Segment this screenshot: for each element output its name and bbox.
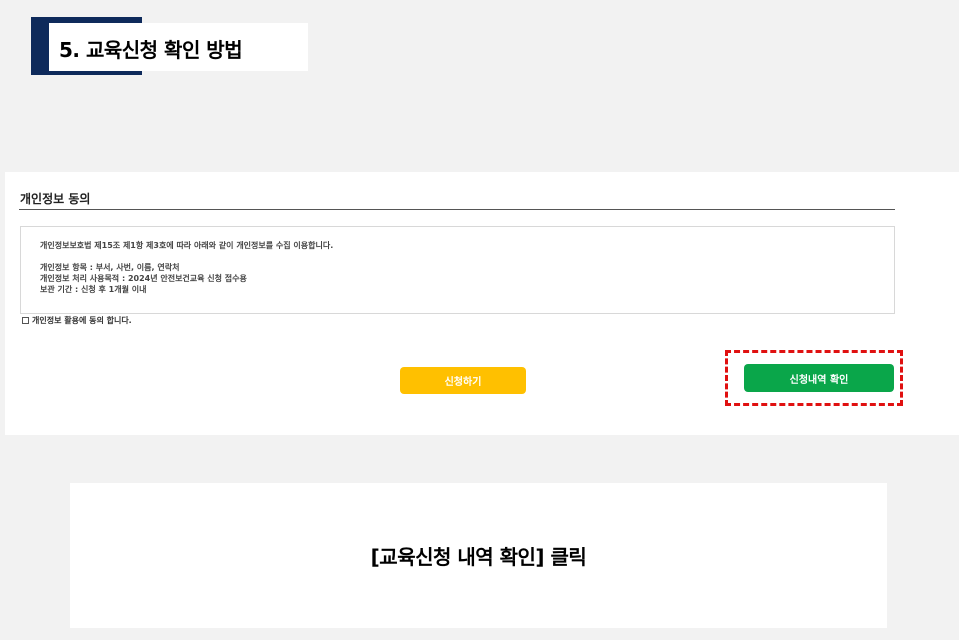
- consent-line-law: 개인정보보호법 제15조 제1항 제3호에 따라 아래와 같이 개인정보를 수집…: [40, 241, 334, 250]
- agree-label: 개인정보 활용에 동의 합니다.: [32, 316, 132, 325]
- title-divider: [19, 209, 895, 210]
- instruction-caption: [교육신청 내역 확인] 클릭: [370, 545, 587, 569]
- agree-checkbox[interactable]: [22, 317, 29, 324]
- consent-text-box: 개인정보보호법 제15조 제1항 제3호에 따라 아래와 같이 개인정보를 수집…: [20, 226, 895, 314]
- privacy-consent-panel: 개인정보 동의 개인정보보호법 제15조 제1항 제3호에 따라 아래와 같이 …: [5, 172, 959, 435]
- agree-row[interactable]: 개인정보 활용에 동의 합니다.: [22, 315, 132, 326]
- view-application-history-button[interactable]: 신청내역 확인: [744, 364, 894, 392]
- consent-spacer: [40, 251, 894, 262]
- caption-box: [교육신청 내역 확인] 클릭: [70, 483, 887, 628]
- step-title-box: 5. 교육신청 확인 방법: [49, 23, 308, 71]
- consent-line-items: 개인정보 항목 : 부서, 사번, 이름, 연락처: [40, 263, 180, 272]
- panel-title: 개인정보 동의: [20, 192, 91, 206]
- consent-line-purpose: 개인정보 처리 사용목적 : 2024년 안전보건교육 신청 접수용: [40, 274, 247, 283]
- apply-button[interactable]: 신청하기: [400, 367, 526, 394]
- step-header: 5. 교육신청 확인 방법: [31, 17, 308, 75]
- step-title: 5. 교육신청 확인 방법: [59, 38, 243, 62]
- consent-line-retention: 보관 기간 : 신청 후 1개월 이내: [40, 285, 147, 294]
